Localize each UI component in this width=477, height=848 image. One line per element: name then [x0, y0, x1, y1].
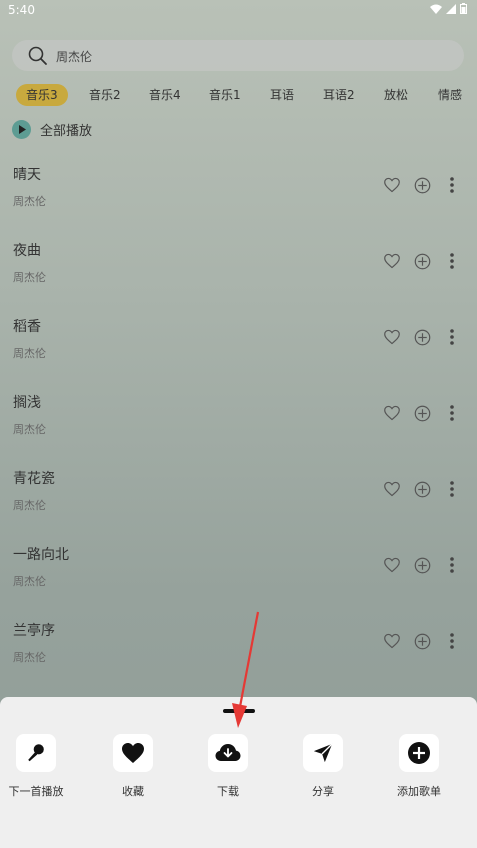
- sheet-item-label: 收藏: [122, 785, 144, 798]
- tab-whisper[interactable]: 耳语: [270, 84, 294, 106]
- song-artist: 周杰伦: [13, 423, 46, 436]
- song-row[interactable]: 夜曲 周杰伦: [0, 228, 477, 298]
- play-icon: [12, 119, 31, 139]
- like-icon[interactable]: [377, 480, 407, 498]
- song-title: 青花瓷: [13, 471, 55, 487]
- wifi-icon: [430, 4, 442, 14]
- song-row[interactable]: 晴天 周杰伦: [0, 152, 477, 222]
- play-all-button[interactable]: 全部播放: [12, 119, 92, 139]
- sheet-drag-handle[interactable]: [223, 709, 255, 713]
- song-artist: 周杰伦: [13, 575, 46, 588]
- add-icon[interactable]: [407, 556, 437, 574]
- search-icon: [28, 46, 47, 65]
- more-icon[interactable]: [437, 556, 467, 574]
- download-button[interactable]: 下载: [183, 734, 273, 799]
- more-icon[interactable]: [437, 176, 467, 194]
- microphone-icon: [16, 734, 56, 772]
- status-icons: [430, 3, 467, 14]
- like-icon[interactable]: [377, 176, 407, 194]
- song-actions: [377, 404, 467, 422]
- song-row[interactable]: 一路向北 周杰伦: [0, 532, 477, 602]
- tab-emotion[interactable]: 情感: [438, 84, 462, 106]
- sheet-item-label: 下载: [217, 785, 239, 798]
- song-actions: [377, 176, 467, 194]
- song-title: 一路向北: [13, 547, 69, 563]
- sheet-item-label: 下一首播放: [8, 785, 64, 798]
- song-title: 晴天: [13, 167, 41, 183]
- like-icon[interactable]: [377, 404, 407, 422]
- sheet-item-label: 添加歌单: [397, 785, 441, 798]
- song-artist: 周杰伦: [13, 651, 46, 664]
- tab-music4[interactable]: 音乐4: [149, 84, 181, 106]
- song-row[interactable]: 搁浅 周杰伦: [0, 380, 477, 450]
- search-input[interactable]: 周杰伦: [12, 40, 464, 71]
- more-icon[interactable]: [437, 480, 467, 498]
- song-title: 夜曲: [13, 243, 41, 259]
- category-tabs: 音乐3 音乐2 音乐4 音乐1 耳语 耳语2 放松 情感: [0, 84, 477, 106]
- battery-icon: [460, 3, 467, 14]
- song-title: 稻香: [13, 319, 41, 335]
- add-icon[interactable]: [407, 404, 437, 422]
- song-actions: [377, 328, 467, 346]
- share-button[interactable]: 分享: [278, 734, 368, 799]
- more-icon[interactable]: [437, 328, 467, 346]
- song-row[interactable]: 青花瓷 周杰伦: [0, 456, 477, 526]
- song-artist: 周杰伦: [13, 499, 46, 512]
- tab-music3[interactable]: 音乐3: [16, 84, 68, 106]
- song-actions: [377, 632, 467, 650]
- song-actions: [377, 480, 467, 498]
- song-artist: 周杰伦: [13, 195, 46, 208]
- song-artist: 周杰伦: [13, 271, 46, 284]
- play-all-label: 全部播放: [40, 123, 93, 139]
- like-icon[interactable]: [377, 556, 407, 574]
- like-icon[interactable]: [377, 328, 407, 346]
- like-icon[interactable]: [377, 252, 407, 270]
- cloud-download-icon: [208, 734, 248, 772]
- favorite-button[interactable]: 收藏: [88, 734, 178, 799]
- song-title: 搁浅: [13, 395, 41, 411]
- tab-relax[interactable]: 放松: [384, 84, 408, 106]
- song-actions: [377, 556, 467, 574]
- plus-circle-icon: [399, 734, 439, 772]
- song-row[interactable]: 稻香 周杰伦: [0, 304, 477, 374]
- more-icon[interactable]: [437, 632, 467, 650]
- add-icon[interactable]: [407, 480, 437, 498]
- action-sheet: 下一首播放 收藏 下载 分享 添加歌单: [0, 697, 477, 848]
- song-title: 兰亭序: [13, 623, 55, 639]
- heart-icon: [113, 734, 153, 772]
- add-to-playlist-button[interactable]: 添加歌单: [374, 734, 464, 799]
- song-artist: 周杰伦: [13, 347, 46, 360]
- play-next-button[interactable]: 下一首播放: [0, 734, 81, 799]
- sheet-item-label: 分享: [312, 785, 334, 798]
- more-icon[interactable]: [437, 404, 467, 422]
- tab-whisper2[interactable]: 耳语2: [323, 84, 355, 106]
- more-icon[interactable]: [437, 252, 467, 270]
- like-icon[interactable]: [377, 632, 407, 650]
- status-time: 5:40: [8, 3, 35, 17]
- add-icon[interactable]: [407, 632, 437, 650]
- search-query: 周杰伦: [56, 50, 93, 64]
- add-icon[interactable]: [407, 176, 437, 194]
- status-bar: 5:40: [0, 0, 477, 22]
- tab-music2[interactable]: 音乐2: [89, 84, 121, 106]
- send-icon: [303, 734, 343, 772]
- add-icon[interactable]: [407, 252, 437, 270]
- tab-music1[interactable]: 音乐1: [209, 84, 241, 106]
- add-icon[interactable]: [407, 328, 437, 346]
- song-row[interactable]: 兰亭序 周杰伦: [0, 608, 477, 678]
- song-actions: [377, 252, 467, 270]
- signal-icon: [446, 3, 456, 14]
